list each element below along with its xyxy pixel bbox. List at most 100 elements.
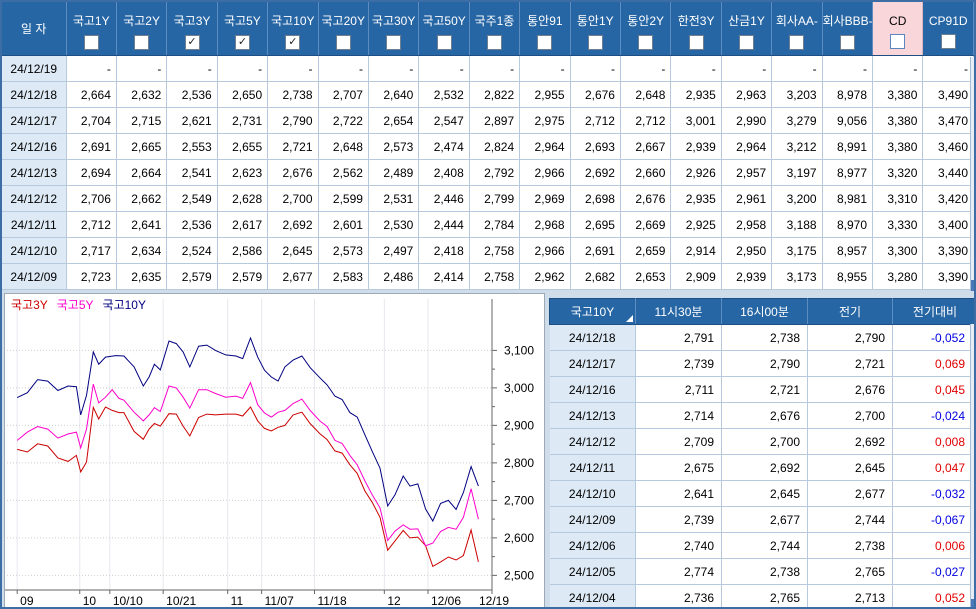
detail-header-1600[interactable]: 16시00분 — [721, 298, 808, 325]
date-cell[interactable]: 24/12/17 — [2, 107, 67, 134]
date-cell[interactable]: 24/12/13 — [2, 159, 67, 186]
value-cell: - — [368, 55, 420, 82]
date-cell[interactable]: 24/12/10 — [2, 237, 67, 264]
date-cell[interactable]: 24/12/11 — [549, 454, 636, 481]
date-cell[interactable]: 24/12/09 — [549, 506, 636, 533]
checkbox-ktb2y[interactable] — [134, 35, 150, 50]
value-cell: 3,280 — [872, 263, 924, 290]
detail-header-prev[interactable]: 전기 — [807, 298, 893, 325]
change-cell: -0,024 — [892, 402, 974, 429]
date-cell[interactable]: 24/12/04 — [549, 584, 636, 607]
checkbox-ktb1y[interactable] — [83, 35, 99, 50]
checkbox-kdb1y[interactable] — [738, 35, 754, 50]
checkbox-corpaa[interactable] — [789, 35, 805, 50]
header-kdb1y[interactable]: 산금1Y — [721, 2, 773, 56]
rate-row: 24/12/10 2,717 2,634 2,524 2,586 2,645 2,573 2,… — [2, 237, 974, 264]
header-cd[interactable]: CD — [872, 2, 924, 56]
value-cell: 2,530 — [368, 211, 420, 238]
change-cell: 0,069 — [892, 350, 974, 377]
date-cell[interactable]: 24/12/13 — [549, 402, 636, 429]
detail-table-scrollbar[interactable] — [970, 324, 974, 607]
detail-table-scrollbar-thumb[interactable] — [971, 599, 974, 607]
header-msb91[interactable]: 통안91 — [519, 2, 571, 56]
value-cell: 2,968 — [519, 211, 571, 238]
header-ktb5y[interactable]: 국고5Y ✓ — [217, 2, 269, 56]
value-cell: 3,490 — [922, 81, 974, 108]
header-ktb10y[interactable]: 국고10Y ✓ — [267, 2, 319, 56]
header-ktb50y[interactable]: 국고50Y — [418, 2, 470, 56]
value-cell: - — [318, 55, 369, 82]
rate-table-scrollbar[interactable] — [970, 57, 974, 291]
value-cell: - — [519, 55, 571, 82]
checkbox-cp91d[interactable] — [940, 33, 956, 49]
header-ktb30y[interactable]: 국고30Y — [368, 2, 420, 56]
header-kepco3y[interactable]: 한전3Y — [670, 2, 722, 56]
ktb10y-detail-panel: 국고10Y 11시30분 16시00분 전기 전기대비 24/12/18 2,79… — [549, 298, 974, 607]
checkbox-ktb3y[interactable]: ✓ — [184, 35, 200, 50]
header-corpbbb[interactable]: 회사BBB- — [822, 2, 874, 56]
header-ktb20y[interactable]: 국고20Y — [318, 2, 369, 56]
header-khb1[interactable]: 국주1종 — [469, 2, 521, 56]
t1600-cell: 2,676 — [721, 402, 808, 429]
checkbox-ktb50y[interactable] — [436, 35, 452, 50]
date-cell[interactable]: 24/12/11 — [2, 211, 67, 238]
date-cell[interactable]: 24/12/17 — [549, 350, 636, 377]
t1600-cell: 2,692 — [721, 454, 808, 481]
value-cell: 2,939 — [670, 133, 722, 160]
date-cell[interactable]: 24/12/10 — [549, 480, 636, 507]
date-cell[interactable]: 24/12/05 — [549, 558, 636, 585]
value-cell: 3,173 — [771, 263, 823, 290]
date-cell[interactable]: 24/12/16 — [549, 376, 636, 403]
detail-header-change[interactable]: 전기대비 — [892, 298, 974, 325]
value-cell: 2,583 — [318, 263, 369, 290]
header-label-corpbbb: 회사BBB- — [822, 14, 873, 28]
value-cell: 3,390 — [922, 237, 974, 264]
header-corpaa[interactable]: 회사AA- — [771, 2, 823, 56]
checkbox-kepco3y[interactable] — [688, 35, 704, 50]
checkbox-ktb30y[interactable] — [386, 35, 402, 50]
header-label-ktb20y: 국고20Y — [321, 14, 365, 28]
header-label-cd: CD — [889, 13, 907, 28]
checkbox-ktb20y[interactable] — [335, 35, 351, 50]
checkbox-msb2y[interactable] — [638, 35, 654, 50]
date-cell[interactable]: 24/12/09 — [2, 263, 67, 290]
header-ktb1y[interactable]: 국고1Y — [66, 2, 117, 56]
header-cp91d[interactable]: CP91D — [922, 2, 974, 56]
date-column-header[interactable]: 일 자 — [2, 2, 67, 56]
header-label-ktb50y: 국고50Y — [422, 14, 466, 28]
value-cell: 2,660 — [620, 159, 672, 186]
date-cell[interactable]: 24/12/16 — [2, 133, 67, 160]
date-cell[interactable]: 24/12/06 — [549, 532, 636, 559]
checkbox-khb1[interactable] — [486, 35, 502, 50]
detail-header-ktb10y[interactable]: 국고10Y — [549, 298, 636, 325]
detail-row: 24/12/12 2,709 2,700 2,692 0,008 — [549, 428, 974, 455]
sort-indicator-icon — [626, 315, 633, 322]
detail-header-1130[interactable]: 11시30분 — [635, 298, 722, 325]
date-cell[interactable]: 24/12/12 — [2, 185, 67, 212]
value-cell: 2,707 — [318, 81, 369, 108]
value-cell: 2,676 — [620, 185, 672, 212]
legend-item-ktb10y: 국고10Y — [102, 298, 146, 312]
prev-cell: 2,744 — [807, 506, 893, 533]
date-cell[interactable]: 24/12/18 — [2, 81, 67, 108]
checkbox-msb1y[interactable] — [587, 35, 603, 50]
checkbox-cd[interactable] — [890, 33, 906, 49]
checkbox-msb91[interactable] — [537, 35, 553, 50]
checkbox-corpbbb[interactable] — [839, 35, 855, 50]
header-ktb2y[interactable]: 국고2Y — [116, 2, 168, 56]
date-cell[interactable]: 24/12/18 — [549, 324, 636, 351]
checkbox-ktb5y[interactable]: ✓ — [234, 35, 250, 50]
value-cell: 2,617 — [217, 211, 269, 238]
header-msb2y[interactable]: 통안2Y — [620, 2, 672, 56]
checkbox-ktb10y[interactable]: ✓ — [285, 35, 301, 50]
header-msb1y[interactable]: 통안1Y — [570, 2, 621, 56]
header-ktb3y[interactable]: 국고3Y ✓ — [166, 2, 218, 56]
value-cell: 2,692 — [267, 211, 319, 238]
rate-table-scrollbar-thumb[interactable] — [971, 280, 974, 291]
date-cell[interactable]: 24/12/19 — [2, 55, 67, 82]
value-cell: 2,712 — [570, 107, 621, 134]
value-cell: - — [570, 55, 621, 82]
rate-row: 24/12/16 2,691 2,665 2,553 2,655 2,721 2,648 2,… — [2, 133, 974, 160]
value-cell: 2,964 — [721, 133, 773, 160]
date-cell[interactable]: 24/12/12 — [549, 428, 636, 455]
